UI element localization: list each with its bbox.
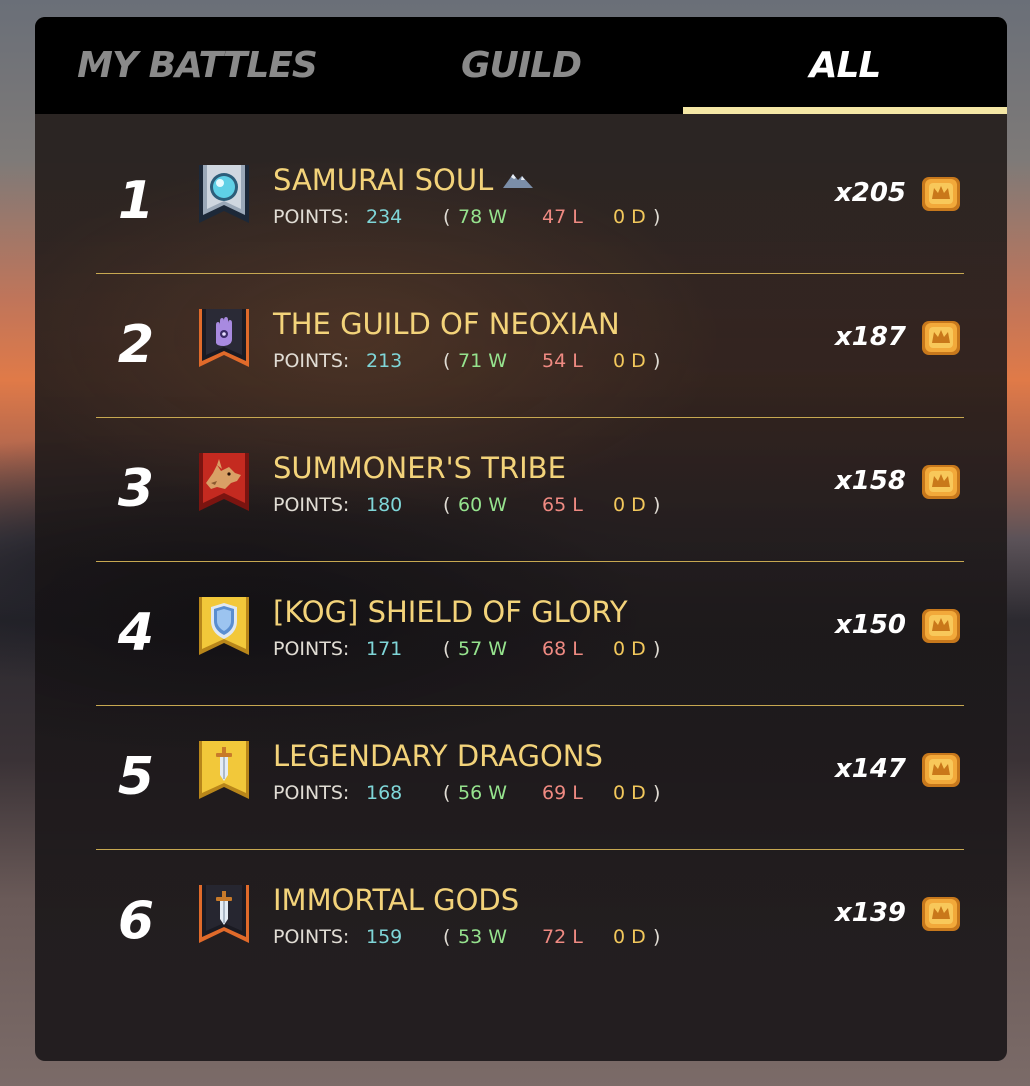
wins-value: 78 W [458,206,508,228]
crown-chest-icon [922,321,960,355]
losses-value: 65 L [542,494,583,516]
hand-eye-banner-icon [199,309,249,367]
wins-value: 57 W [458,638,508,660]
guild-name-line: SAMURAI SOUL [273,163,534,197]
draws-value: 0 D [613,494,646,516]
guild-name: [KOG] SHIELD OF GLORY [273,595,628,629]
points-label: POINTS: [273,350,350,372]
tab-guild[interactable]: GUILD [359,17,683,114]
points-value: 180 [366,494,403,516]
guild-brawl-leaderboard-panel: MY BATTLES GUILD ALL 1 SAMURAI SOUL POIN… [35,17,1007,1061]
points-label: POINTS: [273,926,350,948]
rank-number: 6 [117,891,155,951]
guild-name: LEGENDARY DRAGONS [273,739,603,773]
leaderboard-row[interactable]: 3 SUMMONER'S TRIBE POINTS: 180 ( 60 W 65… [96,417,964,562]
reward-count: x147 [834,754,906,784]
paren-open: ( [443,926,451,948]
crown-chest-icon [922,465,960,499]
tab-my-battles[interactable]: MY BATTLES [35,17,359,114]
wins-value: 71 W [458,350,508,372]
orb-banner-icon [199,165,249,223]
sword-banner-icon [199,885,249,943]
guild-name-line: THE GUILD OF NEOXIAN [273,307,620,341]
paren-close: ) [653,494,661,516]
guild-name: THE GUILD OF NEOXIAN [273,307,620,341]
paren-close: ) [653,206,661,228]
rank-number: 4 [117,603,155,663]
draws-value: 0 D [613,206,646,228]
points-value: 234 [366,206,403,228]
losses-value: 69 L [542,782,583,804]
crown-chest-icon [922,897,960,931]
paren-open: ( [443,494,451,516]
paren-close: ) [653,782,661,804]
draws-value: 0 D [613,782,646,804]
guild-name: SUMMONER'S TRIBE [273,451,566,485]
reward-count: x150 [834,610,906,640]
wins-value: 56 W [458,782,508,804]
reward-count: x205 [834,178,906,208]
draws-value: 0 D [613,926,646,948]
guild-name-line: LEGENDARY DRAGONS [273,739,603,773]
guild-name-line: [KOG] SHIELD OF GLORY [273,595,628,629]
shield-banner-icon [199,597,249,655]
losses-value: 47 L [542,206,583,228]
losses-value: 68 L [542,638,583,660]
paren-close: ) [653,926,661,948]
mountain-icon [503,174,534,188]
guild-name: IMMORTAL GODS [273,883,520,917]
rank-number: 2 [117,315,155,375]
points-value: 159 [366,926,403,948]
rank-number: 1 [117,171,155,231]
points-label: POINTS: [273,494,350,516]
draws-value: 0 D [613,350,646,372]
wins-value: 60 W [458,494,508,516]
points-value: 168 [366,782,403,804]
losses-value: 72 L [542,926,583,948]
rank-number: 5 [117,747,155,807]
guild-name: SAMURAI SOUL [273,163,494,197]
leaderboard-row[interactable]: 6 IMMORTAL GODS POINTS: 159 ( 53 W 72 L … [96,849,964,993]
paren-open: ( [443,206,451,228]
draws-value: 0 D [613,638,646,660]
tab-all[interactable]: ALL [683,17,1007,114]
leaderboard-row[interactable]: 2 THE GUILD OF NEOXIAN POINTS: 213 ( 71 … [96,273,964,418]
leaderboard-row[interactable]: 5 LEGENDARY DRAGONS POINTS: 168 ( 56 W 6… [96,705,964,850]
reward-count: x187 [834,322,906,352]
rank-number: 3 [117,459,155,519]
sword-banner-icon [199,741,249,799]
paren-open: ( [443,782,451,804]
reward-count: x158 [834,466,906,496]
guild-name-line: IMMORTAL GODS [273,883,519,917]
paren-close: ) [653,638,661,660]
wins-value: 53 W [458,926,508,948]
points-value: 213 [366,350,403,372]
losses-value: 54 L [542,350,583,372]
crown-chest-icon [922,609,960,643]
points-label: POINTS: [273,638,350,660]
crown-chest-icon [922,177,960,211]
leaderboard-row[interactable]: 1 SAMURAI SOUL POINTS: 234 (78 W 47 L 0… [96,129,964,274]
points-value: 171 [366,638,403,660]
reward-count: x139 [834,898,906,928]
points-label: POINTS: [273,782,350,804]
points-label: POINTS: [273,206,350,228]
paren-open: ( [443,638,451,660]
guild-name-line: SUMMONER'S TRIBE [273,451,566,485]
paren-open: ( [443,350,451,372]
wolf-banner-icon [199,453,249,511]
crown-chest-icon [922,753,960,787]
leaderboard-row[interactable]: 4 [KOG] SHIELD OF GLORY POINTS: 171 ( 57… [96,561,964,706]
tab-bar: MY BATTLES GUILD ALL [35,17,1007,114]
paren-close: ) [653,350,661,372]
